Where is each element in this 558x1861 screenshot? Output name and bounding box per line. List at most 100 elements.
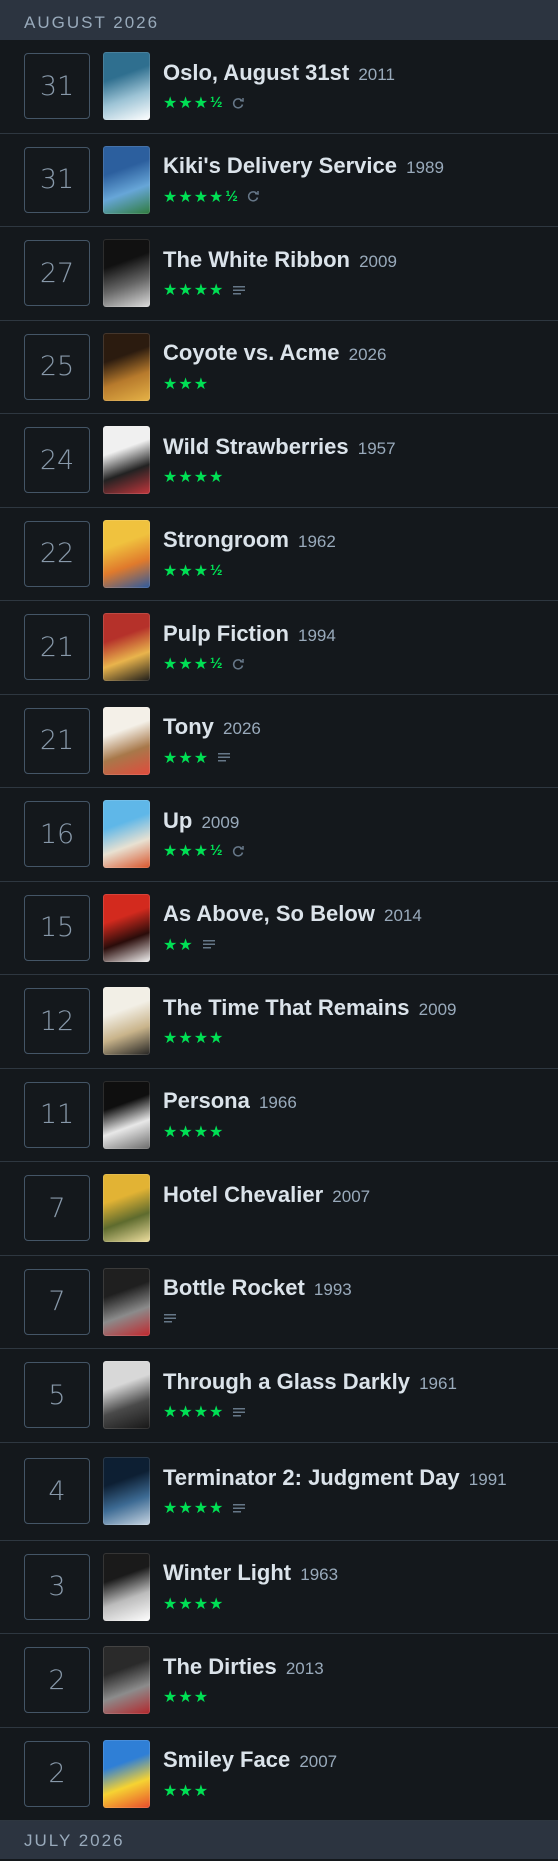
film-year[interactable]: 2026 (223, 719, 261, 738)
diary-entry[interactable]: 3 Winter Light 1963 ★★★★ (0, 1541, 558, 1634)
diary-entry[interactable]: 11 Persona 1966 ★★★★ (0, 1069, 558, 1162)
film-poster[interactable] (103, 1080, 150, 1149)
film-title[interactable]: Coyote vs. Acme (163, 340, 339, 365)
diary-entry[interactable]: 15 As Above, So Below 2014 ★★ (0, 882, 558, 975)
diary-entry[interactable]: 16 Up 2009 ★★★ ½ (0, 788, 558, 882)
review-icon[interactable] (217, 750, 231, 764)
film-title[interactable]: Bottle Rocket (163, 1275, 305, 1300)
diary-entry[interactable]: 24 Wild Strawberries 1957 ★★★★ (0, 414, 558, 508)
film-year[interactable]: 2013 (286, 1659, 324, 1678)
film-year[interactable]: 1966 (259, 1093, 297, 1112)
film-title[interactable]: Kiki's Delivery Service (163, 153, 397, 178)
rewatch-icon[interactable] (231, 844, 245, 858)
diary-entry[interactable]: 12 The Time That Remains 2009 ★★★★ (0, 975, 558, 1069)
film-year[interactable]: 1989 (406, 158, 444, 177)
film-poster[interactable] (103, 145, 150, 214)
day-badge[interactable]: 2 (24, 1647, 90, 1714)
review-icon[interactable] (232, 1501, 246, 1515)
film-title[interactable]: The Dirties (163, 1654, 277, 1679)
film-year[interactable]: 2007 (299, 1752, 337, 1771)
day-badge[interactable]: 7 (24, 1175, 90, 1242)
film-poster[interactable] (103, 893, 150, 962)
film-title[interactable]: Wild Strawberries (163, 434, 349, 459)
film-year[interactable]: 1963 (300, 1565, 338, 1584)
film-poster[interactable] (103, 1457, 150, 1525)
film-year[interactable]: 1957 (358, 439, 396, 458)
diary-entry[interactable]: 31 Oslo, August 31st 2011 ★★★ ½ (0, 40, 558, 134)
film-year[interactable]: 2011 (358, 65, 395, 84)
diary-entry[interactable]: 21 Tony 2026 ★★★ (0, 695, 558, 788)
day-badge[interactable]: 22 (24, 520, 90, 587)
day-badge[interactable]: 11 (24, 1081, 90, 1148)
film-title[interactable]: Smiley Face (163, 1747, 290, 1772)
diary-entry[interactable]: 7 Hotel Chevalier 2007 (0, 1162, 558, 1256)
film-year[interactable]: 1994 (298, 626, 336, 645)
film-title[interactable]: Through a Glass Darkly (163, 1369, 410, 1394)
day-badge[interactable]: 4 (24, 1458, 90, 1524)
day-badge[interactable]: 7 (24, 1268, 90, 1335)
review-icon[interactable] (232, 1405, 246, 1419)
film-year[interactable]: 2009 (201, 813, 239, 832)
day-badge[interactable]: 21 (24, 614, 90, 681)
day-badge[interactable]: 3 (24, 1553, 90, 1620)
diary-entry[interactable]: 2 The Dirties 2013 ★★★ (0, 1634, 558, 1728)
film-poster[interactable] (103, 239, 150, 308)
film-poster[interactable] (103, 332, 150, 401)
day-badge[interactable]: 2 (24, 1740, 90, 1807)
rewatch-icon[interactable] (231, 96, 245, 110)
film-title[interactable]: Up (163, 808, 192, 833)
film-title[interactable]: As Above, So Below (163, 901, 375, 926)
diary-entry[interactable]: 7 Bottle Rocket 1993 (0, 1256, 558, 1349)
film-title[interactable]: Winter Light (163, 1560, 291, 1585)
day-badge[interactable]: 27 (24, 240, 90, 307)
film-poster[interactable] (103, 1174, 150, 1243)
day-badge[interactable]: 12 (24, 988, 90, 1055)
film-poster[interactable] (103, 52, 150, 121)
review-icon[interactable] (202, 937, 216, 951)
film-poster[interactable] (103, 519, 150, 588)
film-title[interactable]: Strongroom (163, 527, 289, 552)
rewatch-icon[interactable] (231, 657, 245, 671)
film-title[interactable]: The White Ribbon (163, 247, 350, 272)
diary-entry[interactable]: 4 Terminator 2: Judgment Day 1991 ★★★★ (0, 1443, 558, 1541)
film-year[interactable]: 1993 (314, 1280, 352, 1299)
film-title[interactable]: Tony (163, 714, 214, 739)
film-year[interactable]: 2026 (349, 345, 387, 364)
film-poster[interactable] (103, 613, 150, 682)
film-year[interactable]: 2007 (332, 1187, 370, 1206)
diary-entry[interactable]: 27 The White Ribbon 2009 ★★★★ (0, 227, 558, 321)
film-poster[interactable] (103, 706, 150, 775)
review-icon[interactable] (163, 1311, 177, 1325)
film-poster[interactable] (103, 426, 150, 495)
diary-entry[interactable]: 5 Through a Glass Darkly 1961 ★★★★ (0, 1349, 558, 1443)
film-poster[interactable] (103, 987, 150, 1056)
film-title[interactable]: Persona (163, 1088, 250, 1113)
film-year[interactable]: 2014 (384, 906, 422, 925)
diary-entry[interactable]: 2 Smiley Face 2007 ★★★ (0, 1728, 558, 1821)
film-poster[interactable] (103, 1267, 150, 1336)
rewatch-icon[interactable] (246, 189, 260, 203)
film-poster[interactable] (103, 1361, 150, 1430)
review-icon[interactable] (232, 283, 246, 297)
film-title[interactable]: Pulp Fiction (163, 621, 289, 646)
film-poster[interactable] (103, 800, 150, 869)
day-badge[interactable]: 21 (24, 707, 90, 774)
film-year[interactable]: 1961 (419, 1374, 457, 1393)
film-title[interactable]: Hotel Chevalier (163, 1182, 323, 1207)
day-badge[interactable]: 16 (24, 801, 90, 868)
film-title[interactable]: Terminator 2: Judgment Day (163, 1465, 460, 1490)
film-year[interactable]: 2009 (359, 252, 397, 271)
film-year[interactable]: 2009 (419, 1000, 457, 1019)
diary-entry[interactable]: 21 Pulp Fiction 1994 ★★★ ½ (0, 601, 558, 695)
diary-entry[interactable]: 31 Kiki's Delivery Service 1989 ★★★★ ½ (0, 134, 558, 227)
day-badge[interactable]: 24 (24, 427, 90, 494)
day-badge[interactable]: 15 (24, 894, 90, 961)
film-year[interactable]: 1962 (298, 532, 336, 551)
day-badge[interactable]: 31 (24, 53, 90, 120)
film-poster[interactable] (103, 1646, 150, 1715)
day-badge[interactable]: 5 (24, 1362, 90, 1429)
diary-entry[interactable]: 22 Strongroom 1962 ★★★ ½ (0, 508, 558, 601)
film-poster[interactable] (103, 1739, 150, 1808)
film-title[interactable]: Oslo, August 31st (163, 60, 349, 85)
film-title[interactable]: The Time That Remains (163, 995, 410, 1020)
